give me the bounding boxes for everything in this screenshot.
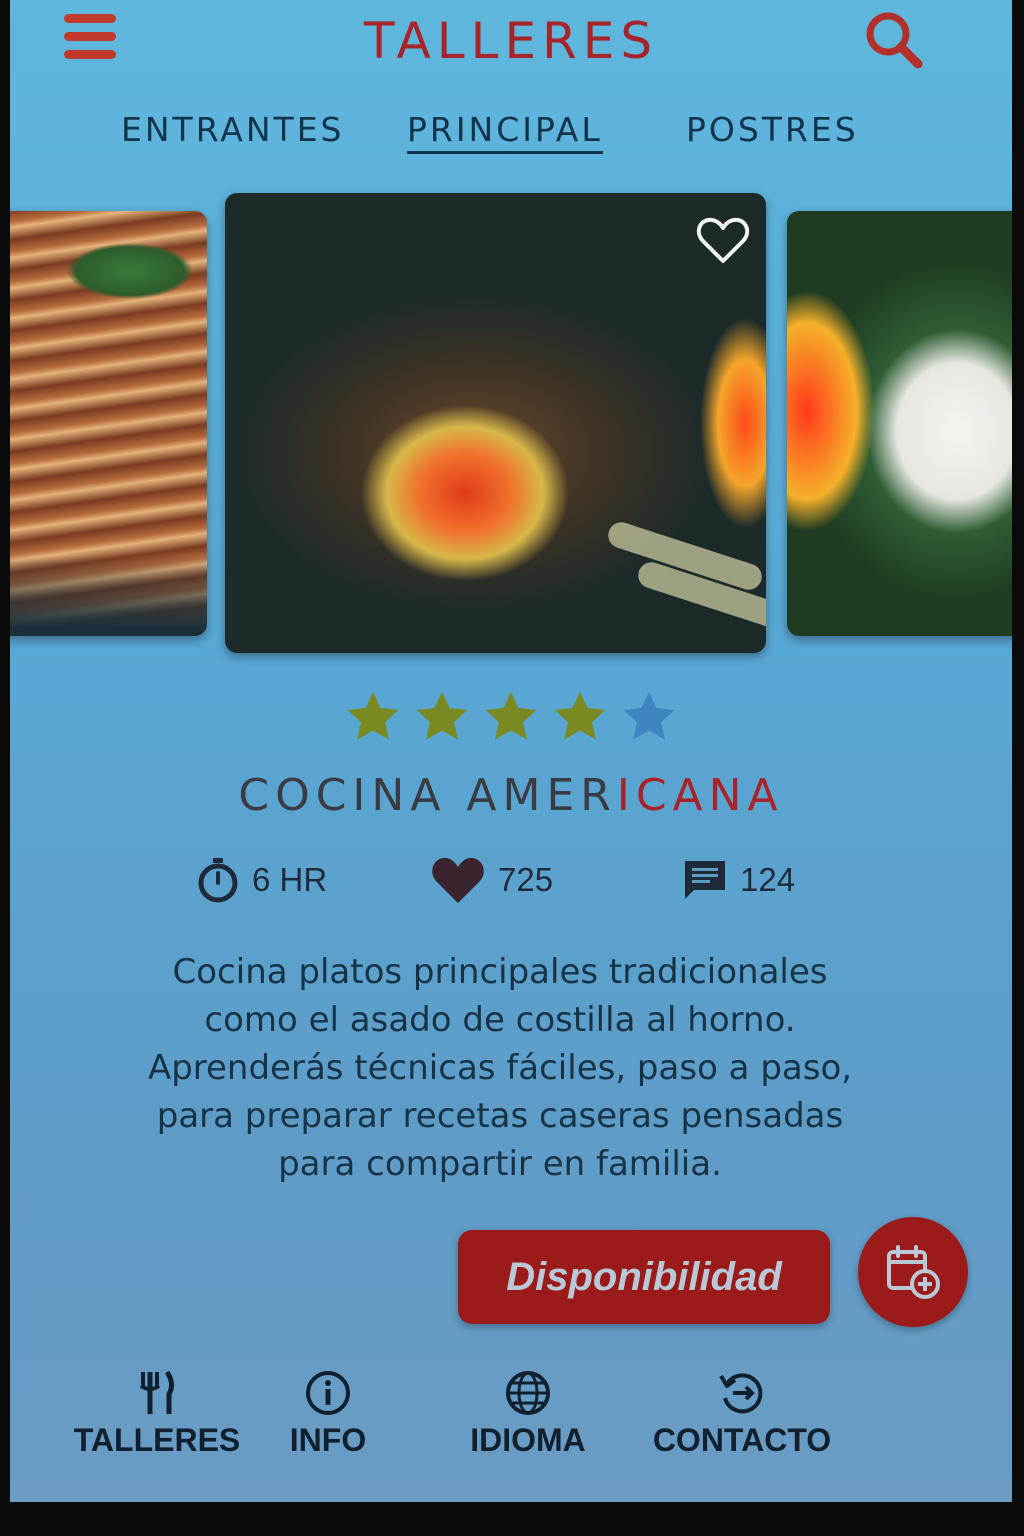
nav-idioma[interactable]: IDIOMA <box>458 1370 598 1459</box>
stopwatch-icon <box>198 858 238 903</box>
globe-icon <box>506 1371 550 1415</box>
star-filled-icon <box>347 691 399 740</box>
tab-entrantes[interactable]: ENTRANTES <box>121 110 345 149</box>
heart-filled-icon <box>432 857 484 903</box>
nav-talleres[interactable]: TALLERES <box>72 1370 242 1459</box>
category-tabs: ENTRANTES PRINCIPAL POSTRES <box>10 110 1012 160</box>
nav-info-label: INFO <box>289 1422 367 1458</box>
add-to-calendar-button[interactable] <box>858 1217 968 1327</box>
nav-idioma-label: IDIOMA <box>470 1422 586 1458</box>
contact-icon <box>719 1373 763 1414</box>
nav-info[interactable]: INFO <box>278 1370 378 1459</box>
availability-button[interactable]: Disponibilidad <box>458 1230 830 1324</box>
comments-value: 124 <box>740 861 796 898</box>
star-filled-icon <box>554 691 606 740</box>
course-title-accent: ICANA <box>616 770 784 821</box>
star-filled-icon <box>485 691 537 740</box>
course-title-main: COCINA AMER <box>238 770 617 821</box>
likes-value: 725 <box>498 861 554 898</box>
nav-contacto-label: CONTACTO <box>652 1422 832 1458</box>
star-empty-icon <box>623 691 675 740</box>
rating-stars <box>10 688 1012 750</box>
nav-talleres-label: TALLERES <box>73 1422 241 1458</box>
app-header: TALLERES <box>10 0 1012 90</box>
info-icon <box>306 1371 350 1415</box>
carousel-card-lasagna[interactable] <box>10 211 207 636</box>
tab-principal[interactable]: PRINCIPAL <box>407 110 603 154</box>
app-screen: TALLERES ENTRANTES PRINCIPAL POSTRES COC… <box>10 0 1012 1502</box>
comments-stat[interactable]: 124 <box>682 852 795 908</box>
tab-postres[interactable]: POSTRES <box>686 110 859 149</box>
star-filled-icon <box>416 691 468 740</box>
course-description: Cocina platos principales tradicionales … <box>147 952 853 1184</box>
nav-contacto[interactable]: CONTACTO <box>642 1370 842 1459</box>
carousel-card-salad[interactable] <box>787 211 1012 636</box>
carousel-card-roast-ribs[interactable] <box>225 193 766 653</box>
fork-knife-icon <box>139 1370 175 1414</box>
search-icon[interactable] <box>862 8 926 72</box>
calendar-add-icon <box>887 1245 940 1299</box>
heart-outline-icon[interactable] <box>696 215 750 265</box>
likes-stat[interactable]: 725 <box>430 852 553 908</box>
duration-stat: 6 HR <box>196 852 327 908</box>
course-title: COCINA AMERICANA <box>10 770 1012 821</box>
duration-value: 6 HR <box>252 861 328 898</box>
comment-icon <box>685 861 725 899</box>
